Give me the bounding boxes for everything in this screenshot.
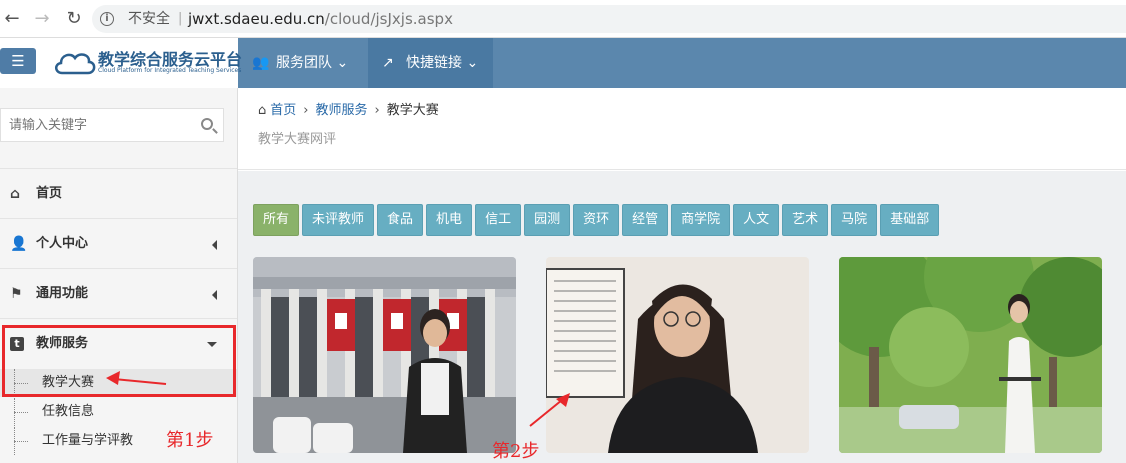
teacher-photo xyxy=(839,257,1102,453)
sidebar-item-label: 通用功能 xyxy=(36,286,89,301)
forward-arrow-icon[interactable]: → xyxy=(30,7,54,31)
filter-economics-button[interactable]: 经管 xyxy=(622,204,669,236)
topmenu-service-team[interactable]: 👥 服务团队 ⌄ xyxy=(238,38,368,88)
teacher-photo-card[interactable] xyxy=(253,257,516,453)
filter-foundation-button[interactable]: 基础部 xyxy=(880,204,940,236)
main-content: ⌂ 首页 › 教师服务 › 教学大赛 教学大赛网评 所有 未评教师 食品 机电 信工 园测… xyxy=(238,88,1126,463)
reload-icon[interactable]: ↻ xyxy=(62,7,86,31)
brand-area: ☰ 教学综合服务云平台 Cloud Platform for Integrate… xyxy=(0,38,242,88)
sidebar-item-home[interactable]: ⌂ 首页 xyxy=(0,168,237,218)
topmenu-label: 服务团队 xyxy=(276,55,332,71)
teacher-photo-card[interactable] xyxy=(839,257,1102,453)
breadcrumb-separator: › xyxy=(374,103,380,118)
chevron-down-icon: ⌄ xyxy=(336,55,349,71)
breadcrumb-current: 教学大赛 xyxy=(386,103,439,118)
filter-food-button[interactable]: 食品 xyxy=(377,204,424,236)
breadcrumb-home-link[interactable]: 首页 xyxy=(270,103,296,118)
home-icon: ⌂ xyxy=(10,186,21,202)
menu-toggle-button[interactable]: ☰ xyxy=(0,48,36,74)
topmenu-label: 快捷链接 xyxy=(406,55,462,71)
teacher-photo xyxy=(253,257,516,453)
address-separator: | xyxy=(178,11,183,26)
info-icon[interactable]: i xyxy=(100,12,114,26)
search-icon[interactable] xyxy=(201,118,213,130)
sidebar-search xyxy=(0,108,224,142)
filter-unrated-button[interactable]: 未评教师 xyxy=(302,204,375,236)
external-link-icon: ↗ xyxy=(382,55,394,71)
sidebar-subitem-label: 任教信息 xyxy=(42,404,95,419)
back-arrow-icon[interactable]: ← xyxy=(0,7,24,31)
teacher-photo xyxy=(546,257,809,453)
breadcrumb-section-link[interactable]: 教师服务 xyxy=(315,103,367,118)
sidebar-item-common-functions[interactable]: ⚑ 通用功能 xyxy=(0,268,237,318)
breadcrumb-separator: › xyxy=(303,103,309,118)
filter-humanities-button[interactable]: 人文 xyxy=(733,204,780,236)
filter-survey-button[interactable]: 园测 xyxy=(524,204,571,236)
tree-tick xyxy=(14,441,28,442)
caret-left-icon xyxy=(212,290,217,300)
sidebar-item-personal-center[interactable]: 👤 个人中心 xyxy=(0,218,237,268)
url-host: jwxt.sdaeu.edu.cn xyxy=(188,10,325,28)
security-label: 不安全 xyxy=(128,11,170,27)
url-path: /cloud/jsJxjs.aspx xyxy=(324,10,453,28)
teacher-photo-card[interactable] xyxy=(546,257,809,453)
home-icon: ⌂ xyxy=(258,103,267,118)
address-bar[interactable]: i 不安全 | jwxt.sdaeu.edu.cn/cloud/jsJxjs.a… xyxy=(92,5,1126,33)
app-header: ☰ 教学综合服务云平台 Cloud Platform for Integrate… xyxy=(0,38,1126,88)
cloud-logo-icon xyxy=(55,53,96,75)
hamburger-icon: ☰ xyxy=(11,52,25,70)
sidebar-item-label: 个人中心 xyxy=(36,236,89,251)
sidebar-subitem-label: 工作量与学评教 xyxy=(42,433,134,448)
filter-mechanical-button[interactable]: 机电 xyxy=(426,204,473,236)
filter-bar: 所有 未评教师 食品 机电 信工 园测 资环 经管 商学院 人文 艺术 马院 基… xyxy=(253,204,940,236)
topmenu-quick-links[interactable]: ↗ 快捷链接 ⌄ xyxy=(368,38,493,88)
url-text[interactable]: jwxt.sdaeu.edu.cn/cloud/jsJxjs.aspx xyxy=(188,5,453,33)
filter-environment-button[interactable]: 资环 xyxy=(573,204,620,236)
page-subtitle: 教学大赛网评 xyxy=(258,132,337,147)
browser-toolbar: ← → ↻ i 不安全 | jwxt.sdaeu.edu.cn/cloud/js… xyxy=(0,0,1126,38)
chevron-down-icon: ⌄ xyxy=(466,55,479,71)
sidebar-item-label: 首页 xyxy=(36,186,63,201)
contest-content: 所有 未评教师 食品 机电 信工 园测 资环 经管 商学院 人文 艺术 马院 基… xyxy=(238,171,1126,463)
flag-icon: ⚑ xyxy=(10,286,23,302)
filter-marxism-button[interactable]: 马院 xyxy=(831,204,878,236)
sidebar: ⌂ 首页 👤 个人中心 ⚑ 通用功能 t 教师服务 教学大赛 任教信息 工作量与… xyxy=(0,88,238,463)
filter-business-button[interactable]: 商学院 xyxy=(671,204,731,236)
user-icon: 👤 xyxy=(10,236,28,252)
filter-arts-button[interactable]: 艺术 xyxy=(782,204,829,236)
page-header: ⌂ 首页 › 教师服务 › 教学大赛 教学大赛网评 xyxy=(238,88,1126,170)
annotation-arrow-icon xyxy=(529,393,570,427)
tree-tick xyxy=(14,412,28,413)
filter-info-eng-button[interactable]: 信工 xyxy=(475,204,522,236)
brand-subtitle: Cloud Platform for Integrated Teaching S… xyxy=(98,67,242,74)
users-icon: 👥 xyxy=(252,55,270,71)
breadcrumb: ⌂ 首页 › 教师服务 › 教学大赛 xyxy=(258,99,439,118)
search-input[interactable] xyxy=(9,109,189,141)
annotation-step1: 第1步 xyxy=(166,430,214,451)
annotation-step2: 第2步 xyxy=(492,441,540,462)
caret-left-icon xyxy=(212,240,217,250)
sidebar-subitem-teaching-info[interactable]: 任教信息 xyxy=(0,398,237,426)
filter-all-button[interactable]: 所有 xyxy=(253,204,300,236)
annotation-arrow-icon xyxy=(106,371,167,385)
